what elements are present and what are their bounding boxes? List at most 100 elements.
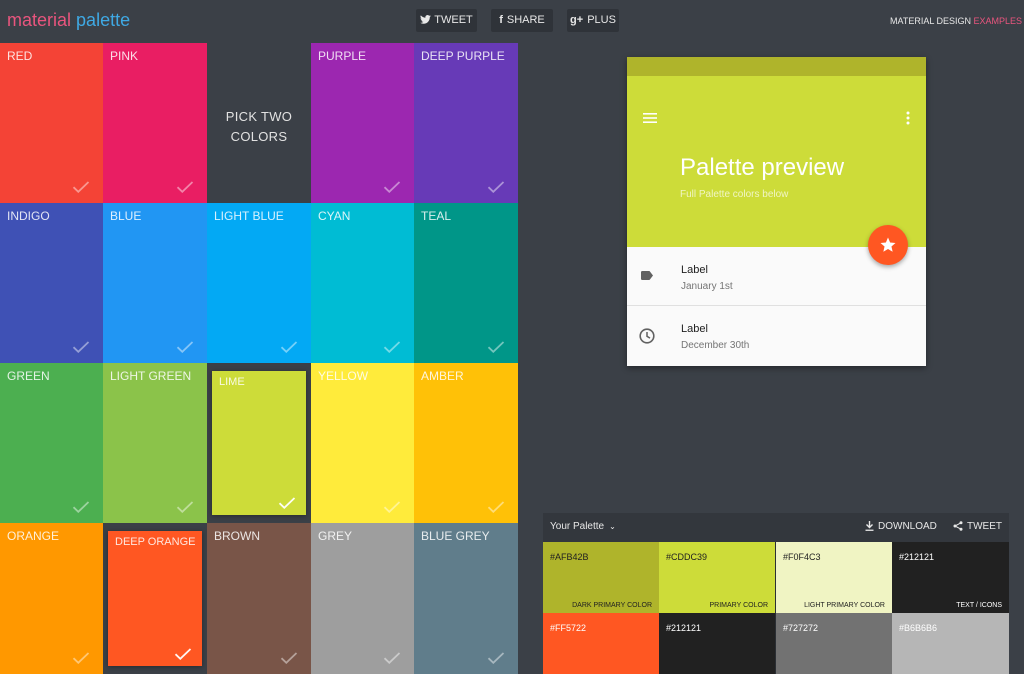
check-icon xyxy=(176,501,194,513)
tagline-accent: EXAMPLES xyxy=(973,16,1023,26)
tagline-main: MATERIAL DESIGN xyxy=(890,16,974,26)
app-bar: Palette preview Full Palette colors belo… xyxy=(627,76,926,247)
color-tile-red[interactable]: RED xyxy=(0,43,103,203)
color-tile-light-blue[interactable]: LIGHT BLUE xyxy=(207,203,311,363)
color-name-label: BLUE GREY xyxy=(421,529,490,543)
palette-swatch[interactable]: #B6B6B6 xyxy=(892,613,1009,674)
palette-title: Your Palette xyxy=(550,521,605,532)
color-name-label: CYAN xyxy=(318,209,351,223)
color-tile-blue-grey[interactable]: BLUE GREY xyxy=(414,523,518,674)
color-tile-cyan[interactable]: CYAN xyxy=(311,203,414,363)
twitter-icon xyxy=(420,15,432,24)
check-icon xyxy=(383,652,401,664)
palette-swatch[interactable]: #727272 xyxy=(776,613,892,674)
pick-two-colors-label: PICK TWO COLORS xyxy=(207,107,311,147)
color-name-label: DEEP PURPLE xyxy=(421,49,505,63)
label-tag-icon xyxy=(641,271,653,280)
selected-color-card xyxy=(108,531,202,666)
share-button[interactable]: f SHARE xyxy=(491,9,553,32)
download-label: DOWNLOAD xyxy=(878,521,937,532)
tweet-button-label: TWEET xyxy=(434,14,473,26)
check-icon xyxy=(278,497,296,509)
color-name-label: BLUE xyxy=(110,209,142,223)
check-icon xyxy=(383,501,401,513)
swatch-hex: #212121 xyxy=(666,623,702,633)
check-icon xyxy=(383,181,401,193)
plus-button[interactable]: g+ PLUS xyxy=(567,9,619,32)
palette-swatch[interactable]: #F0F4C3 LIGHT PRIMARY COLOR xyxy=(776,542,892,613)
list-item[interactable]: Label January 1st xyxy=(627,247,926,305)
check-icon xyxy=(487,501,505,513)
download-icon xyxy=(865,521,874,531)
plus-button-label: PLUS xyxy=(587,14,616,26)
color-tile-deep-orange[interactable]: DEEP ORANGE xyxy=(103,523,207,674)
list-item-sub: January 1st xyxy=(681,281,733,292)
check-icon xyxy=(383,341,401,353)
color-name-label: PINK xyxy=(110,49,139,63)
color-tile-grey[interactable]: GREY xyxy=(311,523,414,674)
check-icon xyxy=(176,341,194,353)
swatch-hex: #727272 xyxy=(783,623,819,633)
share-icon xyxy=(953,521,963,531)
color-name-label: LIGHT GREEN xyxy=(110,369,192,383)
swatch-hex: #B6B6B6 xyxy=(899,623,938,633)
color-name-label: GREEN xyxy=(7,369,50,383)
list-item-sub: December 30th xyxy=(681,340,750,351)
color-tile-pink[interactable]: PINK xyxy=(103,43,207,203)
clock-icon xyxy=(639,328,655,344)
color-tile-yellow[interactable]: YELLOW xyxy=(311,363,414,523)
color-tile-amber[interactable]: AMBER xyxy=(414,363,518,523)
swatch-role: DARK PRIMARY COLOR xyxy=(572,602,652,609)
color-name-label: PURPLE xyxy=(318,49,367,63)
menu-icon[interactable] xyxy=(643,113,657,123)
swatch-role: PRIMARY COLOR xyxy=(709,602,768,609)
swatch-hex: #212121 xyxy=(899,552,935,562)
status-bar xyxy=(627,57,926,76)
tweet-button[interactable]: TWEET xyxy=(416,9,477,32)
color-tile-light-green[interactable]: LIGHT GREEN xyxy=(103,363,207,523)
color-name-label: ORANGE xyxy=(7,529,60,543)
material-design-examples-link[interactable]: MATERIAL DESIGN EXAMPLES xyxy=(890,16,1024,26)
pick-line-1: PICK TWO xyxy=(225,109,293,124)
color-tile-green[interactable]: GREEN xyxy=(0,363,103,523)
palette-swatch[interactable]: #212121 TEXT / ICONS xyxy=(892,542,1009,613)
color-tile-teal[interactable]: TEAL xyxy=(414,203,518,363)
list-item-label: Label xyxy=(681,264,708,276)
color-name-label: TEAL xyxy=(421,209,452,223)
pick-line-2: COLORS xyxy=(230,129,288,144)
palette-swatch[interactable]: #FF5722 xyxy=(543,613,659,674)
color-tile-purple[interactable]: PURPLE xyxy=(311,43,414,203)
selected-color-card xyxy=(212,371,306,515)
color-tile-orange[interactable]: ORANGE xyxy=(0,523,103,674)
logo[interactable]: material palette xyxy=(7,10,130,31)
download-button[interactable]: DOWNLOAD xyxy=(865,521,937,532)
check-icon xyxy=(487,341,505,353)
more-vert-icon[interactable] xyxy=(906,111,910,125)
swatch-hex: #CDDC39 xyxy=(666,552,708,562)
palette-panel-header: Your Palette ⌄ DOWNLOAD TWEET xyxy=(543,513,1009,542)
check-icon xyxy=(176,181,194,193)
swatch-role: TEXT / ICONS xyxy=(956,602,1002,609)
facebook-icon: f xyxy=(499,14,503,26)
color-name-label: INDIGO xyxy=(7,209,50,223)
preview-subtitle: Full Palette colors below xyxy=(680,189,789,200)
check-icon xyxy=(72,341,90,353)
color-tile-indigo[interactable]: INDIGO xyxy=(0,203,103,363)
check-icon xyxy=(72,181,90,193)
list-item[interactable]: Label December 30th xyxy=(627,306,926,364)
color-tile-blue[interactable]: BLUE xyxy=(103,203,207,363)
color-tile-lime[interactable]: LIME xyxy=(207,363,311,523)
palette-tweet-button[interactable]: TWEET xyxy=(953,521,1002,532)
palette-swatch[interactable]: #212121 xyxy=(659,613,775,674)
swatch-hex: #FF5722 xyxy=(550,623,587,633)
swatch-hex: #AFB42B xyxy=(550,552,589,562)
palette-swatch[interactable]: #CDDC39 PRIMARY COLOR xyxy=(659,542,775,613)
palette-dropdown[interactable]: Your Palette ⌄ xyxy=(550,521,616,532)
color-name-label: DEEP ORANGE xyxy=(115,536,196,548)
palette-preview-card: Palette preview Full Palette colors belo… xyxy=(627,57,926,366)
color-name-label: YELLOW xyxy=(318,369,369,383)
palette-swatch[interactable]: #AFB42B DARK PRIMARY COLOR xyxy=(543,542,659,613)
color-tile-brown[interactable]: BROWN xyxy=(207,523,311,674)
color-tile-deep-purple[interactable]: DEEP PURPLE xyxy=(414,43,518,203)
logo-word-material: material xyxy=(7,10,72,30)
